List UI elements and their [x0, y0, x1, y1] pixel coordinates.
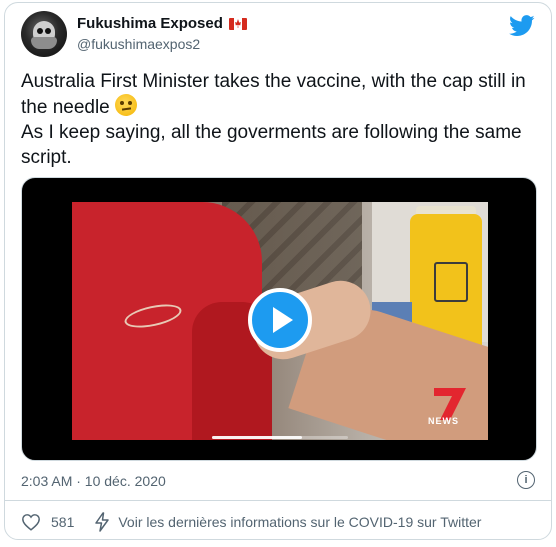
tweet-text-line1: Australia First Minister takes the vacci… [21, 71, 526, 118]
like-count: 581 [51, 514, 75, 530]
biohazard-label [434, 262, 468, 302]
avatar[interactable] [21, 11, 67, 57]
rolling-eyes-emoji-icon [115, 94, 138, 116]
divider [5, 500, 551, 501]
play-icon [272, 307, 293, 333]
twitter-bird-icon[interactable] [509, 15, 535, 37]
info-icon[interactable]: i [517, 471, 535, 489]
avatar-mask [31, 37, 57, 49]
display-name[interactable]: Fukushima Exposed [77, 15, 223, 32]
heart-icon [22, 514, 40, 531]
covid-info-link[interactable]: Voir les dernières informations sur le C… [94, 512, 481, 532]
tweet-text-line2: As I keep saying, all the goverments are… [21, 122, 522, 168]
video-player[interactable]: NEWS [21, 177, 537, 461]
tweet-text: Australia First Minister takes the vacci… [21, 69, 541, 170]
channel-news-text: NEWS [428, 416, 459, 426]
tweet-footer: 581 Voir les dernières informations sur … [21, 509, 535, 535]
like-button[interactable]: 581 [21, 513, 74, 531]
handle[interactable]: @fukushimaexpos2 [77, 36, 247, 52]
covid-info-text: Voir les dernières informations sur le C… [118, 514, 482, 530]
author-info[interactable]: Fukushima Exposed @fukushimaexpos2 [77, 15, 247, 52]
lightning-icon [95, 512, 110, 532]
tweet-timestamp[interactable]: 2:03 AM · 10 déc. 2020 [21, 473, 166, 489]
canada-flag-icon [228, 17, 247, 30]
tweet-header: Fukushima Exposed @fukushimaexpos2 [21, 11, 535, 59]
video-progress-fill [212, 436, 302, 439]
play-button[interactable] [248, 288, 312, 352]
tweet-card[interactable]: Fukushima Exposed @fukushimaexpos2 Austr… [4, 2, 552, 540]
video-progress-bar[interactable] [212, 436, 348, 439]
